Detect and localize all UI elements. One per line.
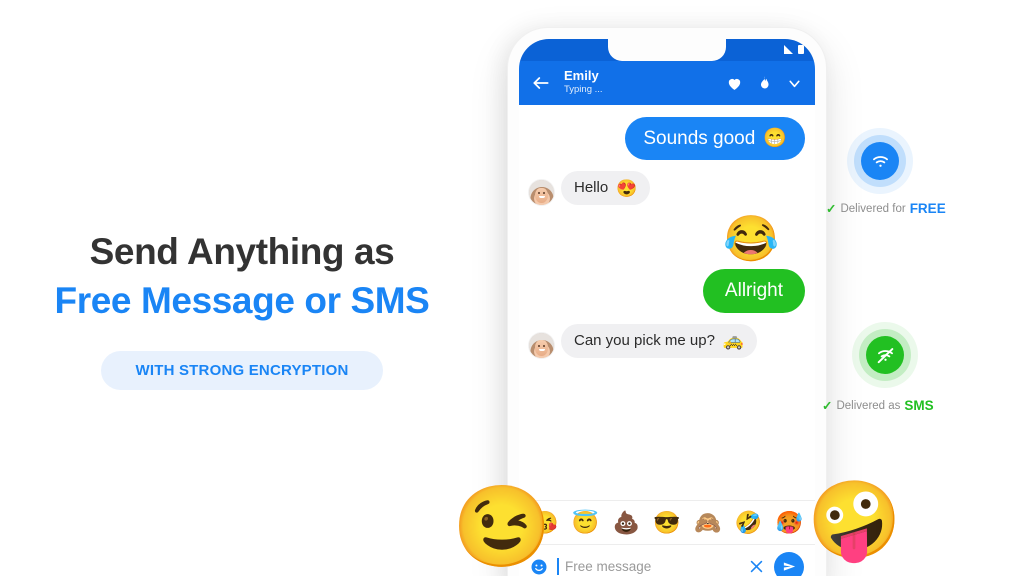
delivery-prefix: Delivered as [836, 399, 901, 412]
avatar-eye-left [537, 192, 540, 195]
close-x-icon[interactable] [748, 558, 765, 575]
message-row-incoming: Hello 😍 [529, 171, 805, 206]
phone-screen: Emily Typing ... Sounds good 😁 Hello 😍 😂… [519, 39, 815, 576]
smiling-face-with-heart-eyes-icon: 😍 [616, 178, 638, 198]
delivery-status-free: ✓ Delivered for FREE [826, 201, 946, 216]
delivery-prefix: Delivered for [840, 202, 906, 215]
text-cursor [557, 558, 559, 575]
check-icon: ✓ [822, 399, 833, 413]
message-text: Sounds good [643, 128, 756, 149]
signal-bars-icon [784, 45, 793, 54]
avatar [529, 180, 554, 206]
message-text: Hello [574, 179, 609, 197]
encryption-badge-wrap: WITH STRONG ENCRYPTION [0, 350, 484, 390]
see-no-evil-monkey-icon[interactable]: 🙈 [694, 511, 721, 534]
flame-icon[interactable] [756, 75, 773, 92]
hot-face-icon[interactable]: 🥵 [776, 511, 803, 534]
delivery-tag: FREE [909, 201, 946, 216]
send-paper-plane-icon[interactable] [774, 551, 804, 576]
zany-face-icon: 🤪 [807, 478, 902, 563]
smiling-face-with-sunglasses-icon[interactable]: 😎 [653, 511, 680, 534]
status-bar-icons [784, 45, 804, 54]
grinning-face-with-smiling-eyes-icon: 😁 [763, 128, 787, 150]
phone-mockup: Emily Typing ... Sounds good 😁 Hello 😍 😂… [508, 28, 826, 576]
avatar [529, 332, 554, 358]
message-row-outgoing: Sounds good 😁 [529, 117, 805, 161]
contact-info[interactable]: Emily Typing ... [564, 67, 726, 97]
heart-icon[interactable] [726, 75, 743, 92]
rolling-on-the-floor-laughing-icon[interactable]: 🤣 [735, 511, 762, 534]
smiling-face-with-halo-icon[interactable]: 😇 [572, 511, 599, 534]
message-row-sticker: 😂 [529, 216, 805, 261]
marketing-copy: Send Anything as Free Message or SMS WIT… [0, 228, 484, 390]
app-bar-actions [726, 75, 803, 92]
message-bubble-pick-me-up[interactable]: Can you pick me up? 🚕 [561, 323, 758, 358]
wifi-off-icon [866, 336, 904, 374]
wifi-on-icon [861, 142, 899, 180]
pile-of-poo-icon[interactable]: 💩 [613, 511, 640, 534]
phone-notch [608, 39, 726, 61]
check-icon: ✓ [826, 202, 837, 216]
status-bar [519, 39, 815, 61]
headline-line-2: Free Message or SMS [54, 280, 430, 322]
contact-status: Typing ... [564, 84, 603, 96]
emoji-suggestion-strip: 😘 😇 💩 😎 🙈 🤣 🥵 [519, 500, 815, 544]
contact-name: Emily [564, 67, 599, 83]
message-row-incoming-2: Can you pick me up? 🚕 [529, 323, 805, 358]
avatar-mouth [539, 348, 545, 351]
headline-line-1: Send Anything as [89, 231, 395, 272]
message-bubble-sounds-good[interactable]: Sounds good 😁 [625, 117, 805, 161]
chat-app-bar: Emily Typing ... [519, 61, 815, 105]
back-arrow-icon[interactable] [531, 73, 551, 93]
battery-icon [798, 45, 804, 54]
message-row-outgoing-sms: Allright [529, 269, 805, 313]
message-text: Allright [724, 280, 783, 302]
face-with-tears-of-joy-icon[interactable]: 😂 [723, 216, 779, 261]
search-input[interactable]: Free message [565, 559, 739, 574]
winking-face-icon: 😉 [452, 482, 552, 571]
taxi-icon: 🚕 [722, 331, 745, 351]
chevron-down-icon[interactable] [786, 75, 803, 92]
delivery-tag: SMS [904, 398, 934, 413]
message-bubble-allright[interactable]: Allright [702, 269, 805, 313]
avatar-eye-left [537, 344, 540, 347]
message-composer: Free message [519, 544, 815, 576]
avatar-eye-right [543, 344, 545, 347]
promo-screenshot: Send Anything as Free Message or SMS WIT… [0, 0, 1024, 576]
encryption-badge: WITH STRONG ENCRYPTION [101, 350, 383, 390]
message-text: Can you pick me up? [574, 331, 715, 349]
message-bubble-hello[interactable]: Hello 😍 [561, 171, 651, 206]
delivery-status-sms: ✓ Delivered as SMS [822, 398, 934, 413]
chat-thread: Sounds good 😁 Hello 😍 😂 Allright Can you… [519, 105, 815, 498]
